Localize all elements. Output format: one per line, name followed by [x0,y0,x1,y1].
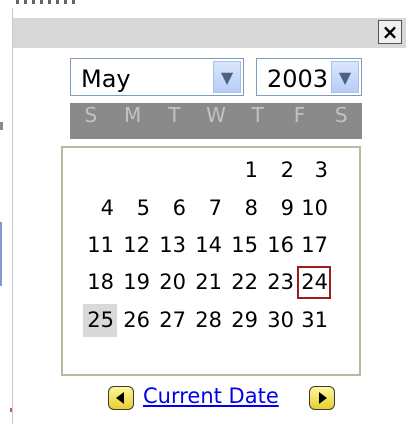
arrow-right-icon [319,392,327,404]
day-cell[interactable]: 19 [119,266,153,299]
calendar-footer: Current Date [13,382,406,412]
month-select[interactable]: May ▼ [70,58,244,96]
day-cell[interactable]: 31 [297,304,331,337]
day-cell[interactable]: 14 [191,229,225,262]
weekday-label: T [168,103,181,127]
day-cell[interactable]: 25 [83,304,117,337]
day-cell[interactable]: 17 [297,229,331,262]
day-cell[interactable]: 22 [227,266,261,299]
background-edge-mark [0,122,3,130]
day-cell[interactable]: 20 [155,266,189,299]
day-cell[interactable]: 7 [191,192,225,225]
day-cell[interactable]: 9 [263,192,297,225]
day-cell[interactable]: 4 [83,192,117,225]
popup-titlebar: × [13,18,406,48]
day-cell[interactable]: 29 [227,304,261,337]
close-button[interactable]: × [378,20,402,44]
day-cell[interactable]: 21 [191,266,225,299]
day-cell[interactable]: 1 [227,154,261,187]
month-value: May [81,65,131,93]
year-value: 2003 [267,65,329,93]
background-dots [16,0,76,4]
day-cell[interactable]: 6 [155,192,189,225]
day-cell[interactable]: 26 [119,304,153,337]
weekday-label: W [206,103,226,127]
day-cell[interactable]: 28 [191,304,225,337]
day-grid: 1 2 3 4 5 6 7 8 9 10 11 12 13 14 15 16 17 18 19 20 21 22 23 24 2… [61,146,361,376]
day-cell[interactable]: 5 [119,192,153,225]
day-cell[interactable]: 15 [227,229,261,262]
day-cell[interactable]: 18 [83,266,117,299]
close-icon: × [381,20,399,44]
day-cell[interactable]: 3 [297,154,331,187]
chevron-down-icon[interactable]: ▼ [331,61,359,93]
chevron-down-icon[interactable]: ▼ [213,61,241,93]
current-date-link[interactable]: Current Date [143,384,279,408]
day-cell[interactable]: 23 [263,266,297,299]
day-cell[interactable]: 16 [263,229,297,262]
day-cell[interactable]: 13 [155,229,189,262]
weekday-header: S M T W T F S [70,103,362,139]
day-cell[interactable]: 11 [83,229,117,262]
weekday-label: M [123,103,142,127]
next-month-button[interactable] [309,386,335,410]
weekday-label: S [84,103,98,127]
weekday-label: F [293,103,306,127]
day-cell[interactable]: 2 [263,154,297,187]
day-cell[interactable]: 30 [263,304,297,337]
weekday-label: S [334,103,348,127]
weekday-label: T [251,103,264,127]
arrow-left-icon [116,392,124,404]
day-cell[interactable]: 27 [155,304,189,337]
previous-month-button[interactable] [108,386,134,410]
day-cell[interactable]: 12 [119,229,153,262]
calendar-popup: × May ▼ 2003 ▼ S M T W T F S 1 2 3 4 5 6 7 8 9 10… [12,8,406,424]
background-edge-mark [0,222,2,286]
day-cell[interactable]: 24 [297,266,331,299]
day-cell[interactable]: 10 [297,192,331,225]
year-select[interactable]: 2003 ▼ [256,58,362,96]
day-cell[interactable]: 8 [227,192,261,225]
